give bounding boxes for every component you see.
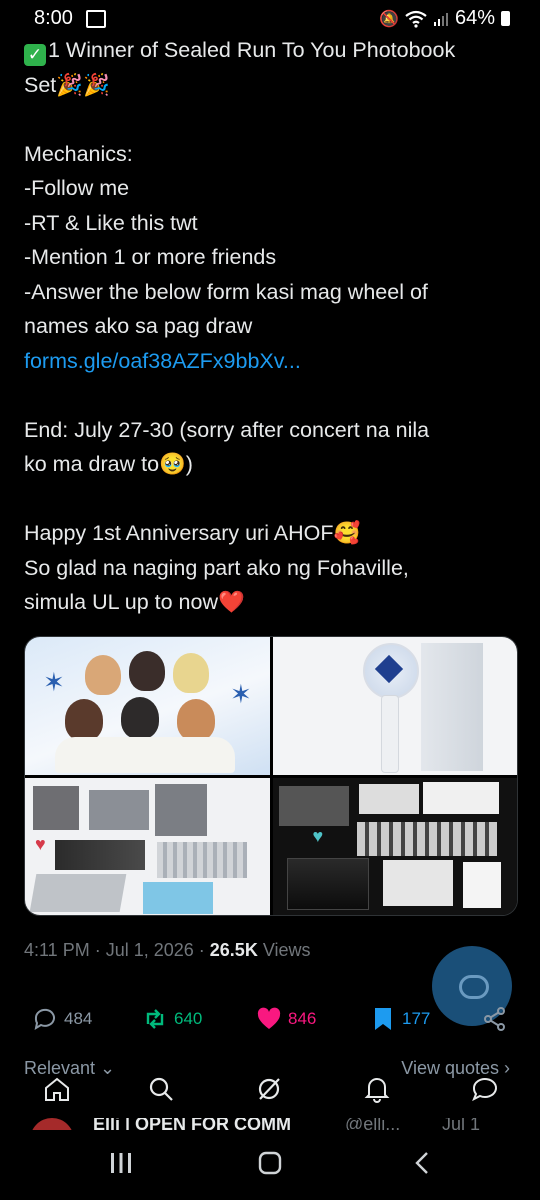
- bookmark-button[interactable]: 177: [370, 1006, 430, 1032]
- battery-percent: 64%: [454, 7, 495, 29]
- system-nav-bar: [0, 1130, 540, 1200]
- home-system-icon[interactable]: [257, 1150, 283, 1176]
- tweet-time: 4:11 PM: [24, 940, 90, 960]
- reply-bubble-icon: [459, 975, 489, 999]
- check-icon: ✓: [24, 44, 46, 66]
- tweet-line-2: Set🎉🎉: [24, 72, 110, 97]
- tweet-line-13: ko ma draw to🥹): [24, 452, 193, 476]
- nav-notifications[interactable]: [362, 1074, 392, 1109]
- member-photo: [65, 699, 103, 741]
- tweet-line-16: So glad na naging part ako ng Fohaville,: [24, 555, 409, 580]
- tweet-line-8: -Answer the below form kasi mag wheel of: [24, 279, 428, 304]
- tweet-line-17: simula UL up to now❤️: [24, 590, 245, 614]
- status-right: 🔕 64%: [379, 7, 510, 30]
- share-button[interactable]: [482, 1006, 508, 1032]
- member-photo: [85, 655, 121, 695]
- signal-icon: [433, 12, 448, 26]
- status-bar: 8:00 🔕 64%: [0, 0, 540, 36]
- mute-icon: 🔕: [379, 10, 399, 28]
- member-photo: [173, 653, 209, 693]
- wifi-icon: [405, 10, 427, 28]
- media-photobook-white[interactable]: ♥: [25, 777, 270, 915]
- media-lightstick[interactable]: [272, 637, 517, 775]
- sparkle-icon: ✶: [43, 667, 65, 697]
- repost-icon: [146, 1009, 164, 1029]
- gallery-icon: [86, 10, 106, 28]
- member-photo: [129, 651, 165, 691]
- repost-button[interactable]: 640: [142, 1006, 202, 1032]
- nav-search[interactable]: [146, 1074, 176, 1109]
- lightstick-handle: [380, 695, 399, 773]
- battery-icon: [501, 11, 510, 26]
- nav-home[interactable]: [42, 1074, 72, 1109]
- tweet-actions: 484 640 846 177: [0, 1006, 540, 1042]
- lightstick-box: [420, 643, 483, 771]
- reply-button[interactable]: 484: [32, 1006, 92, 1032]
- tweet-line-1: ✓ 1 Winner of Sealed Run To You Photobook: [24, 33, 524, 68]
- views-label: Views: [257, 940, 311, 960]
- grok-icon: [258, 1078, 280, 1100]
- tweet-date: Jul 1, 2026: [105, 940, 194, 960]
- media-photobook-black[interactable]: ♥: [272, 777, 517, 915]
- back-icon[interactable]: [410, 1150, 436, 1176]
- heart-icon: ♥: [35, 833, 46, 854]
- member-photo: [121, 697, 159, 739]
- bookmark-filled-icon: [375, 1008, 391, 1030]
- tweet-line-9: names ako sa pag draw: [24, 314, 253, 338]
- tweet-line-15: Happy 1st Anniversary uri AHOF🥰: [24, 521, 361, 545]
- reply-icon: [34, 1008, 55, 1031]
- nav-messages[interactable]: [470, 1074, 500, 1109]
- home-icon: [45, 1077, 69, 1101]
- form-link[interactable]: forms.gle/oaf38AZFx9bbXv...: [24, 344, 524, 379]
- bottom-nav: [0, 1070, 540, 1120]
- status-time: 8:00: [34, 7, 73, 29]
- tweet-line-end: End: July 27-30 (sorry after concert na …: [24, 417, 430, 442]
- sparkle-icon: ✶: [230, 679, 252, 709]
- media-photo-group[interactable]: ✶ ✶: [25, 637, 270, 775]
- recents-icon[interactable]: [108, 1150, 134, 1176]
- reply-count: 484: [64, 1009, 93, 1028]
- tweet-meta: 4:11 PM · Jul 1, 2026 · 26.5K Views: [24, 940, 311, 960]
- like-button[interactable]: 846: [256, 1006, 316, 1032]
- like-count: 846: [288, 1009, 317, 1028]
- tweet-line-5: -Follow me: [24, 176, 130, 200]
- repost-count: 640: [174, 1009, 203, 1028]
- bell-icon: [364, 1078, 390, 1103]
- tweet-line-7: -Mention 1 or more friends: [24, 245, 277, 269]
- bookmark-count: 177: [402, 1009, 431, 1028]
- media-grid: ✶ ✶ ♥ ♥: [24, 636, 518, 916]
- member-photo: [177, 699, 215, 741]
- tweet-line-6: -RT & Like this twt: [24, 210, 198, 235]
- tweet-line-mechanics: Mechanics:: [24, 141, 133, 166]
- nav-grok[interactable]: [254, 1074, 284, 1109]
- chat-icon: [472, 1078, 497, 1102]
- tweet-text: ✓ 1 Winner of Sealed Run To You Photobook…: [24, 33, 524, 620]
- share-icon: [484, 1007, 505, 1031]
- search-icon: [149, 1077, 173, 1101]
- views-count: 26.5K: [209, 940, 258, 960]
- heart-filled-icon: [257, 1007, 281, 1029]
- heart-icon: ♥: [312, 825, 324, 846]
